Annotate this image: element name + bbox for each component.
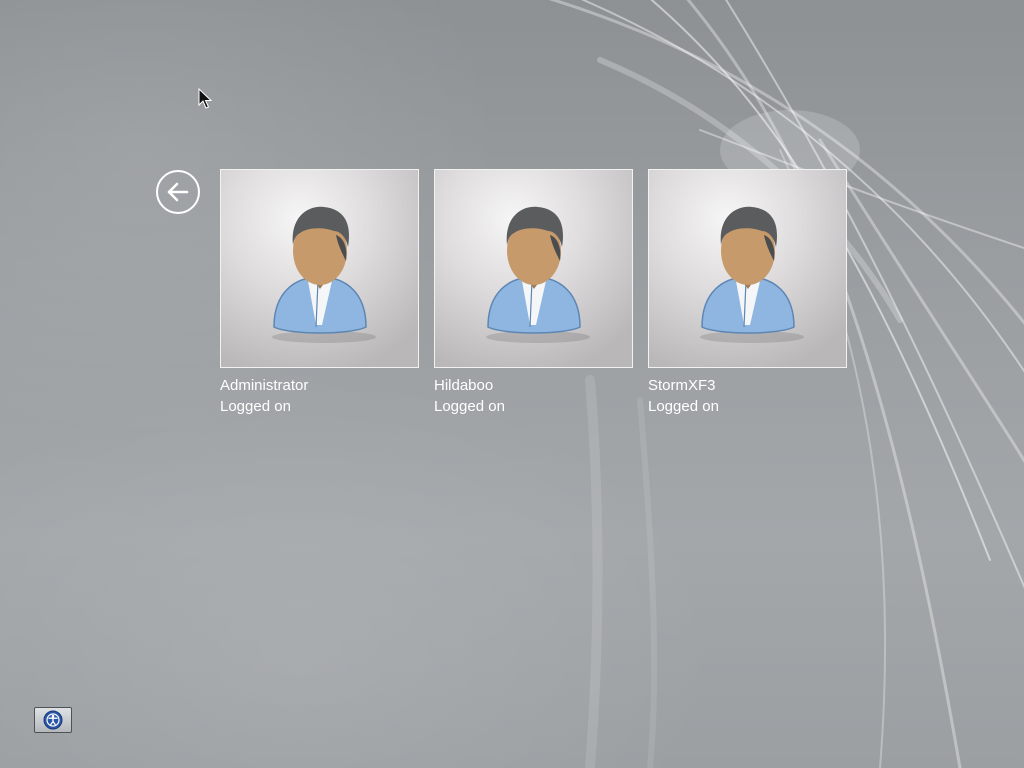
user-avatar-icon — [699, 206, 804, 343]
user-status: Logged on — [220, 398, 291, 415]
user-name: Hildaboo — [434, 377, 494, 394]
mouse-pointer-icon — [198, 88, 212, 109]
user-avatar-icon — [271, 206, 376, 343]
user-picture[interactable] — [220, 169, 419, 368]
back-arrow-icon — [167, 182, 189, 202]
user-tile-stormxf3[interactable]: StormXF3 Logged on — [648, 169, 847, 417]
user-avatar-icon — [485, 206, 590, 343]
user-status: Logged on — [434, 398, 505, 415]
user-name: Administrator — [220, 377, 309, 394]
back-button[interactable] — [156, 170, 200, 214]
user-name: StormXF3 — [648, 377, 716, 394]
ease-of-access-icon — [43, 710, 63, 730]
ease-of-access-button[interactable] — [34, 707, 72, 733]
user-picture[interactable] — [434, 169, 633, 368]
user-picture[interactable] — [648, 169, 847, 368]
user-status: Logged on — [648, 398, 719, 415]
user-tile-hildaboo[interactable]: Hildaboo Logged on — [434, 169, 633, 417]
user-tile-administrator[interactable]: Administrator Logged on — [220, 169, 419, 417]
